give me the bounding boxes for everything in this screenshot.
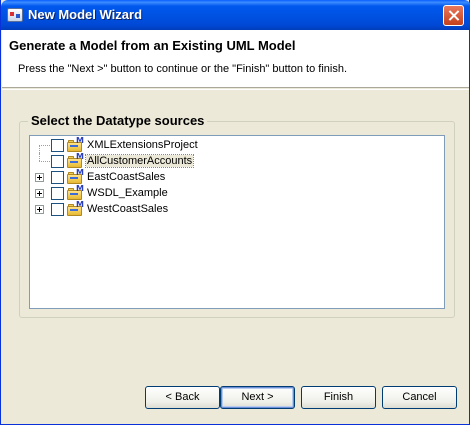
tree-item-xmlextensionsproject[interactable]: M XMLExtensionsProject xyxy=(30,137,330,161)
cancel-button[interactable]: Cancel xyxy=(382,386,457,409)
finish-button[interactable]: Finish xyxy=(301,386,376,409)
title-bar[interactable]: New Model Wizard xyxy=(1,0,470,30)
project-folder-icon: M xyxy=(67,169,84,184)
tree-item-checkbox[interactable] xyxy=(51,139,64,152)
tree-item-eastcoastsales[interactable]: M EastCoastSales xyxy=(30,169,330,185)
tree-item-label: WestCoastSales xyxy=(87,203,169,215)
tree-guide-line xyxy=(39,145,50,146)
header-divider xyxy=(2,89,469,91)
tree-item-wsdl-example[interactable]: M WSDL_Example xyxy=(30,185,330,201)
tree-item-checkbox[interactable] xyxy=(51,155,64,168)
tree-item-westcoastsales[interactable]: M WestCoastSales xyxy=(30,201,330,217)
expand-plus-icon[interactable] xyxy=(35,173,44,182)
datatype-sources-tree[interactable]: M XMLExtensionsProject M AllCustomerAcco… xyxy=(29,135,445,309)
page-title: Generate a Model from an Existing UML Mo… xyxy=(9,38,296,53)
close-icon[interactable] xyxy=(443,5,464,26)
expand-plus-icon[interactable] xyxy=(35,205,44,214)
tree-item-checkbox[interactable] xyxy=(51,187,64,200)
group-legend: Select the Datatype sources xyxy=(28,113,208,128)
tree-guide-line xyxy=(39,153,40,161)
app-icon xyxy=(7,8,23,22)
window-title: New Model Wizard xyxy=(28,7,143,22)
tree-item-label: WSDL_Example xyxy=(87,187,168,199)
back-button[interactable]: < Back xyxy=(145,386,220,409)
project-folder-icon: M xyxy=(67,201,84,216)
project-folder-icon: M xyxy=(67,185,84,200)
tree-guide-line xyxy=(39,161,50,162)
tree-item-checkbox[interactable] xyxy=(51,171,64,184)
wizard-window: New Model Wizard Generate a Model from a… xyxy=(0,0,470,425)
tree-item-label: EastCoastSales xyxy=(87,171,166,183)
project-folder-icon: M xyxy=(67,153,84,168)
page-description: Press the "Next >" button to continue or… xyxy=(18,63,347,75)
expand-plus-icon[interactable] xyxy=(35,189,44,198)
project-folder-icon: M xyxy=(67,137,84,152)
wizard-header: Generate a Model from an Existing UML Mo… xyxy=(2,30,469,88)
tree-item-allcustomeraccounts[interactable]: M AllCustomerAccounts xyxy=(30,153,330,169)
tree-item-label: XMLExtensionsProject xyxy=(87,139,198,151)
tree-item-checkbox[interactable] xyxy=(51,203,64,216)
tree-item-label: AllCustomerAccounts xyxy=(84,154,195,168)
next-button[interactable]: Next > xyxy=(220,386,295,409)
